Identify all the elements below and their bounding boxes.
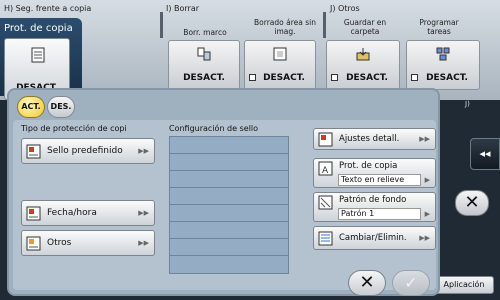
background-pattern-value: Patrón 1 <box>338 208 421 220</box>
chevron-right-icon: ▶ <box>424 210 430 218</box>
copy-protection-tab: Prot. de copia DESACT. <box>0 18 82 100</box>
change-delete-button[interactable]: Cambiar/Elimin. ▶▶ <box>313 226 436 250</box>
application-button[interactable]: Aplicación <box>434 276 494 294</box>
date-time-label: Fecha/hora <box>47 208 97 218</box>
pattern-icon <box>318 195 333 210</box>
stamp-config-title: Configuración de sello <box>169 124 259 133</box>
stamp-row[interactable] <box>170 188 288 205</box>
erase-blank-area-title: Borrado área sin imag. <box>254 18 316 36</box>
program-jobs-value: DESACT. <box>426 73 468 83</box>
edit-list-icon <box>318 231 333 246</box>
chevron-right-icon: ▶▶ <box>419 135 430 143</box>
erase-frame-value: DESACT. <box>183 73 225 83</box>
stamp-icon <box>26 144 41 159</box>
section-divider <box>160 12 163 38</box>
toggle-on-button[interactable]: ACT. <box>17 96 45 118</box>
chevron-right-icon: ▶▶ <box>138 239 149 247</box>
stamp-row[interactable] <box>170 171 288 188</box>
detail-settings-button[interactable]: Ajustes detall. ▶▶ <box>313 128 436 150</box>
preset-stamp-label: Sello predefinido <box>47 146 123 156</box>
save-folder-icon <box>356 48 370 61</box>
program-jobs-icon <box>436 47 450 61</box>
others-button[interactable]: Otros ▶▶ <box>21 230 155 256</box>
protection-type-panel: Tipo de protección de copi Sello predefi… <box>17 124 157 274</box>
date-time-button[interactable]: Fecha/hora ▶▶ <box>21 200 155 226</box>
copy-protection-popup: ACT. DES. Tipo de protección de copi Sel… <box>7 88 440 296</box>
cancel-button[interactable]: ✕ <box>348 270 386 296</box>
others-icon <box>26 236 41 251</box>
program-jobs-button[interactable]: DESACT. <box>406 40 480 90</box>
popup-body: Tipo de protección de copi Sello predefi… <box>13 120 436 290</box>
erase-blank-value: DESACT. <box>263 73 305 83</box>
chevron-right-icon: ▶▶ <box>138 147 149 155</box>
erase-frame-button[interactable]: DESACT. <box>168 40 240 90</box>
section-h-label: H) Seg. frente a copia <box>4 4 92 13</box>
settings-icon <box>318 132 333 147</box>
stamp-row[interactable] <box>170 205 288 222</box>
save-folder-title: Guardar en carpeta <box>343 18 387 36</box>
stamp-row[interactable] <box>170 222 288 239</box>
ok-button[interactable]: ✓ <box>392 270 430 296</box>
detail-settings-label: Ajustes detall. <box>339 134 400 144</box>
chevron-right-icon: ▶▶ <box>138 209 149 217</box>
erase-blank-icon <box>273 47 287 61</box>
protection-type-title: Tipo de protección de copi <box>21 124 127 133</box>
section-j-label: J) Otros <box>330 4 360 13</box>
background-pattern-button[interactable]: Patrón de fondo Patrón 1 ▶ <box>313 192 436 222</box>
section-i-label: I) Borrar <box>166 4 200 13</box>
document-icon <box>31 47 45 63</box>
stamp-row[interactable] <box>170 239 288 256</box>
on-off-toggle[interactable]: ACT. DES. <box>17 96 77 118</box>
section-divider <box>323 12 326 38</box>
erase-frame-title: Borr. marco <box>183 28 227 37</box>
others-label: Otros <box>47 238 72 248</box>
stamp-config-panel: Configuración de sello <box>165 124 301 280</box>
copy-protection-setting-button[interactable]: A Prot. de copia Texto en relieve ▶ <box>313 158 436 188</box>
background-pattern-label: Patrón de fondo <box>339 195 407 205</box>
emboss-icon: A <box>318 161 333 176</box>
copy-protection-setting-value: Texto en relieve <box>338 174 421 186</box>
preset-stamp-button[interactable]: Sello predefinido ▶▶ <box>21 138 155 164</box>
change-delete-label: Cambiar/Elimin. <box>339 233 407 243</box>
program-jobs-title: Programar tareas <box>419 18 459 36</box>
erase-frame-icon <box>197 47 211 61</box>
settings-panel: Ajustes detall. ▶▶ A Prot. de copia Text… <box>313 122 437 282</box>
date-time-icon <box>26 206 41 221</box>
stamp-row[interactable] <box>170 256 288 273</box>
stamp-row[interactable] <box>170 137 288 154</box>
svg-text:A: A <box>322 166 329 176</box>
toggle-off-button[interactable]: DES. <box>47 96 75 118</box>
chevron-right-icon: ▶▶ <box>419 234 430 242</box>
save-folder-value: DESACT. <box>346 73 388 83</box>
stamp-list[interactable] <box>169 136 289 274</box>
erase-blank-area-button[interactable]: DESACT. <box>244 40 316 90</box>
chevron-right-icon: ▶ <box>424 176 430 184</box>
copy-protection-setting-label: Prot. de copia <box>339 161 398 171</box>
copy-protection-title: Prot. de copia <box>4 23 73 34</box>
background-close-button[interactable]: ✕ <box>455 190 489 216</box>
save-folder-button[interactable]: DESACT. <box>326 40 400 90</box>
side-section-label: J) <box>465 100 470 108</box>
stamp-row[interactable] <box>170 154 288 171</box>
side-scroll-button[interactable]: ◂◂ <box>470 138 500 170</box>
